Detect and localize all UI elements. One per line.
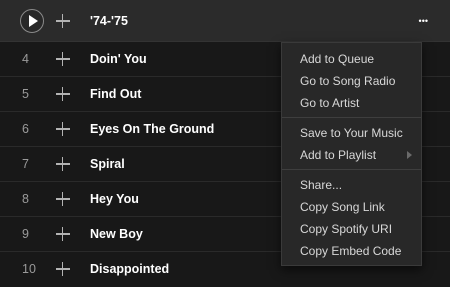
menu-item-go-to-artist[interactable]: Go to Artist xyxy=(300,96,359,110)
add-track-plus-icon[interactable] xyxy=(56,87,70,101)
menu-item-add-to-queue[interactable]: Add to Queue xyxy=(300,52,374,66)
track-number: 4 xyxy=(22,52,29,66)
add-track-plus-icon[interactable] xyxy=(56,192,70,206)
track-title: Spiral xyxy=(90,157,125,171)
menu-item-add-to-playlist[interactable]: Add to Playlist xyxy=(300,148,376,162)
track-number: 10 xyxy=(22,262,36,276)
menu-item-share[interactable]: Share... xyxy=(300,178,342,192)
chevron-right-icon xyxy=(407,151,412,159)
track-title: Disappointed xyxy=(90,262,170,276)
add-track-plus-icon[interactable] xyxy=(56,122,70,136)
menu-item-save-to-music[interactable]: Save to Your Music xyxy=(300,126,403,140)
menu-item-song-radio[interactable]: Go to Song Radio xyxy=(300,74,395,88)
menu-item-copy-spotify-uri[interactable]: Copy Spotify URI xyxy=(300,222,392,236)
track-number: 7 xyxy=(22,157,29,171)
track-title: Doin' You xyxy=(90,52,147,66)
track-title: Eyes On The Ground xyxy=(90,122,215,136)
track-title: Hey You xyxy=(90,192,139,206)
track-title: '74-'75 xyxy=(90,14,128,28)
track-number: 8 xyxy=(22,192,29,206)
add-track-plus-icon[interactable] xyxy=(56,227,70,241)
track-number: 5 xyxy=(22,87,29,101)
menu-separator xyxy=(282,117,421,118)
menu-separator xyxy=(282,169,421,170)
add-track-plus-icon[interactable] xyxy=(56,14,70,28)
track-row-active[interactable]: '74-'75 ••• xyxy=(0,0,450,42)
track-number: 6 xyxy=(22,122,29,136)
play-icon xyxy=(29,15,38,27)
track-title: Find Out xyxy=(90,87,142,101)
add-track-plus-icon[interactable] xyxy=(56,157,70,171)
track-title: New Boy xyxy=(90,227,143,241)
menu-item-copy-embed-code[interactable]: Copy Embed Code xyxy=(300,244,401,258)
add-track-plus-icon[interactable] xyxy=(56,52,70,66)
play-button[interactable] xyxy=(20,9,44,33)
add-track-plus-icon[interactable] xyxy=(56,262,70,276)
track-number: 9 xyxy=(22,227,29,241)
more-options-icon[interactable]: ••• xyxy=(419,14,428,28)
menu-item-copy-song-link[interactable]: Copy Song Link xyxy=(300,200,385,214)
context-menu: Add to Queue Go to Song Radio Go to Arti… xyxy=(281,42,422,266)
